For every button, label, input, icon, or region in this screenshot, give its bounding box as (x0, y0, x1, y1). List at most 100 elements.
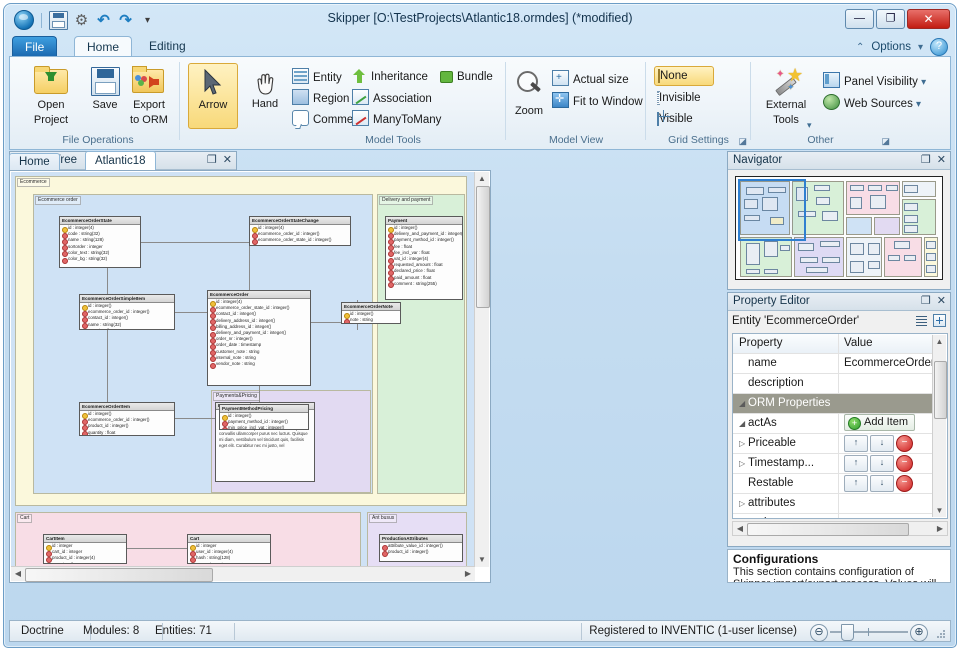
hand-tool-button[interactable]: Hand (240, 63, 290, 129)
property-grid-scroll-left-icon[interactable]: ◀ (733, 522, 747, 535)
ribbon-tab-editing[interactable]: Editing (137, 36, 198, 56)
association-tool[interactable]: Association (352, 89, 432, 108)
external-tools-button[interactable]: ★ ✦ ✦ External Tools (757, 63, 815, 126)
diagram-entity[interactable]: EcommerceOrderStateChange id : integer(4)… (249, 216, 351, 246)
grid-visible-option[interactable]: Visible (657, 110, 693, 129)
property-value[interactable]: ↑ ↓ − (840, 474, 933, 493)
diagram-entity[interactable]: Cart id : integer user_id : integer(4) hash… (187, 534, 271, 564)
zoom-slider-control[interactable]: ⊖ ⊕ (810, 624, 928, 642)
property-value[interactable] (840, 394, 933, 413)
property-grid[interactable]: Property Value name EcommerceOrder descripti… (732, 333, 948, 519)
navigator-minimap[interactable] (735, 176, 943, 280)
entity-tool[interactable]: Entity (292, 68, 342, 87)
row-expander-icon[interactable]: ▷ (739, 514, 748, 518)
property-row[interactable]: description (733, 374, 933, 394)
zoom-button[interactable]: Zoom (506, 63, 552, 118)
maximize-button[interactable]: ❐ (876, 9, 905, 29)
remove-button[interactable]: − (896, 435, 913, 452)
row-expander-icon[interactable]: ◢ (739, 394, 748, 413)
property-grid-hscroll-thumb[interactable] (747, 523, 909, 536)
zoom-thumb[interactable] (841, 624, 854, 641)
close-button[interactable]: ✕ (907, 9, 950, 29)
bundle-tool[interactable]: Bundle (438, 68, 493, 87)
diagram-hscrollbar[interactable]: ◀ ▶ (11, 566, 475, 582)
grid-dialog-launcher[interactable]: ◪ (738, 136, 747, 147)
external-tools-caret-icon[interactable]: ▾ (807, 120, 812, 131)
property-value[interactable]: ↑ ↓ − (840, 434, 933, 453)
grid-invisible-option[interactable]: Invisible (657, 89, 701, 108)
panel-visibility-caret-icon[interactable]: ▾ (921, 77, 926, 88)
diagram-entity[interactable]: EcommerceOrderItem id : integer() ecommerc… (79, 402, 175, 436)
remove-button[interactable]: − (896, 475, 913, 492)
sort-icon[interactable] (915, 314, 928, 327)
property-grid-hscrollbar[interactable]: ◀ ▶ (732, 521, 948, 536)
property-grid-scrollbar[interactable]: ▲ ▼ (932, 335, 947, 517)
manytomany-tool[interactable]: ManyToMany (352, 110, 441, 129)
diagram-vscrollbar[interactable]: ▲ ▼ (474, 172, 490, 567)
row-expander-icon[interactable]: ◢ (739, 414, 748, 433)
row-expander-icon[interactable]: ▷ (739, 494, 748, 513)
property-value[interactable]: EcommerceOrder (840, 354, 933, 373)
property-value[interactable] (840, 494, 933, 513)
property-row[interactable]: Restable ↑ ↓ − (733, 474, 933, 494)
navigator-close-icon[interactable]: ✕ (937, 154, 946, 166)
open-project-button[interactable]: Open Project (22, 63, 80, 126)
options-button[interactable]: Options (871, 41, 911, 53)
move-up-button[interactable]: ↑ (844, 435, 868, 452)
property-row[interactable]: ▷ Timestamp... ↑ ↓ − (733, 454, 933, 474)
entity-field[interactable]: vendor_note : string (208, 361, 310, 369)
remove-button[interactable]: − (896, 455, 913, 472)
property-grid-scroll-thumb[interactable] (934, 361, 947, 419)
project-tree-close-icon[interactable]: ✕ (223, 154, 232, 166)
diagram-entity[interactable]: Payment id : integer() delivery_and_paymen… (385, 216, 463, 300)
row-expander-icon[interactable]: ▷ (739, 454, 748, 473)
property-row[interactable]: ▷ attributes (733, 494, 933, 514)
diagram-entity[interactable]: CartItem id : integer cart_id : integer pro… (43, 534, 127, 564)
diagram-scroll-down-icon[interactable]: ▼ (475, 553, 489, 567)
panel-visibility-button[interactable]: Panel Visibility ▾ (823, 72, 926, 91)
property-value[interactable]: + Add Item (840, 414, 933, 433)
property-grid-scroll-up-icon[interactable]: ▲ (933, 335, 946, 348)
property-row[interactable]: ▷options (733, 514, 933, 518)
property-grid-scroll-right-icon[interactable]: ▶ (933, 522, 947, 535)
entity-field[interactable]: color_bg : string(32) (60, 256, 140, 264)
tab-home[interactable]: Home Tab (9, 153, 60, 184)
diagram-hscroll-thumb[interactable] (25, 568, 213, 582)
entity-field[interactable]: product_id : integer() (380, 549, 462, 558)
zoom-out-button[interactable]: ⊖ (810, 624, 828, 642)
options-caret-icon[interactable]: ▾ (918, 42, 923, 53)
diagram-entity[interactable]: ProductionAttributes attribute_value_id :… (379, 534, 463, 562)
expand-icon[interactable] (933, 314, 946, 327)
zoom-in-button[interactable]: ⊕ (910, 624, 928, 642)
property-value[interactable] (840, 374, 933, 393)
other-dialog-launcher[interactable]: ◪ (881, 136, 890, 147)
diagram-entity[interactable]: PaymentMethodPricing id : integer() paymen… (219, 404, 309, 430)
property-row[interactable]: ◢ actAs + Add Item (733, 414, 933, 434)
property-grid-scroll-down-icon[interactable]: ▼ (933, 504, 946, 517)
property-editor-close-icon[interactable]: ✕ (937, 295, 946, 307)
move-down-button[interactable]: ↓ (870, 475, 894, 492)
diagram-scroll-right-icon[interactable]: ▶ (461, 567, 475, 581)
actual-size-button[interactable]: Actual size (552, 68, 629, 89)
tab-atlantic18[interactable]: Atlantic18 (85, 151, 156, 171)
diagram-vscroll-thumb[interactable] (476, 186, 490, 308)
entity-field[interactable]: quantity : float (44, 562, 126, 563)
move-down-button[interactable]: ↓ (870, 455, 894, 472)
property-row[interactable]: name EcommerceOrder (733, 354, 933, 374)
inheritance-tool[interactable]: Inheritance (352, 68, 428, 87)
entity-field[interactable]: quantity : float (80, 328, 174, 329)
property-value[interactable]: ↑ ↓ − (840, 454, 933, 473)
property-row[interactable]: ▷ Priceable ↑ ↓ − (733, 434, 933, 454)
ribbon-tab-home[interactable]: Home (74, 36, 133, 58)
arrow-tool-button[interactable]: Arrow (188, 63, 238, 129)
navigator-float-icon[interactable]: ❐ (921, 154, 931, 166)
ribbon-tab-file[interactable]: File (12, 36, 58, 57)
minimize-button[interactable]: — (845, 9, 874, 29)
grid-none-option[interactable]: None (654, 66, 714, 86)
web-sources-caret-icon[interactable]: ▾ (916, 99, 921, 110)
property-group-row[interactable]: ◢ ORM Properties (733, 394, 933, 414)
collapse-ribbon-icon[interactable]: ⌃ (856, 42, 864, 53)
entity-field[interactable]: min_price_incl_vat : integer() (220, 425, 308, 429)
row-expander-icon[interactable]: ▷ (739, 434, 748, 453)
project-tree-float-icon[interactable]: ❐ (207, 154, 217, 166)
